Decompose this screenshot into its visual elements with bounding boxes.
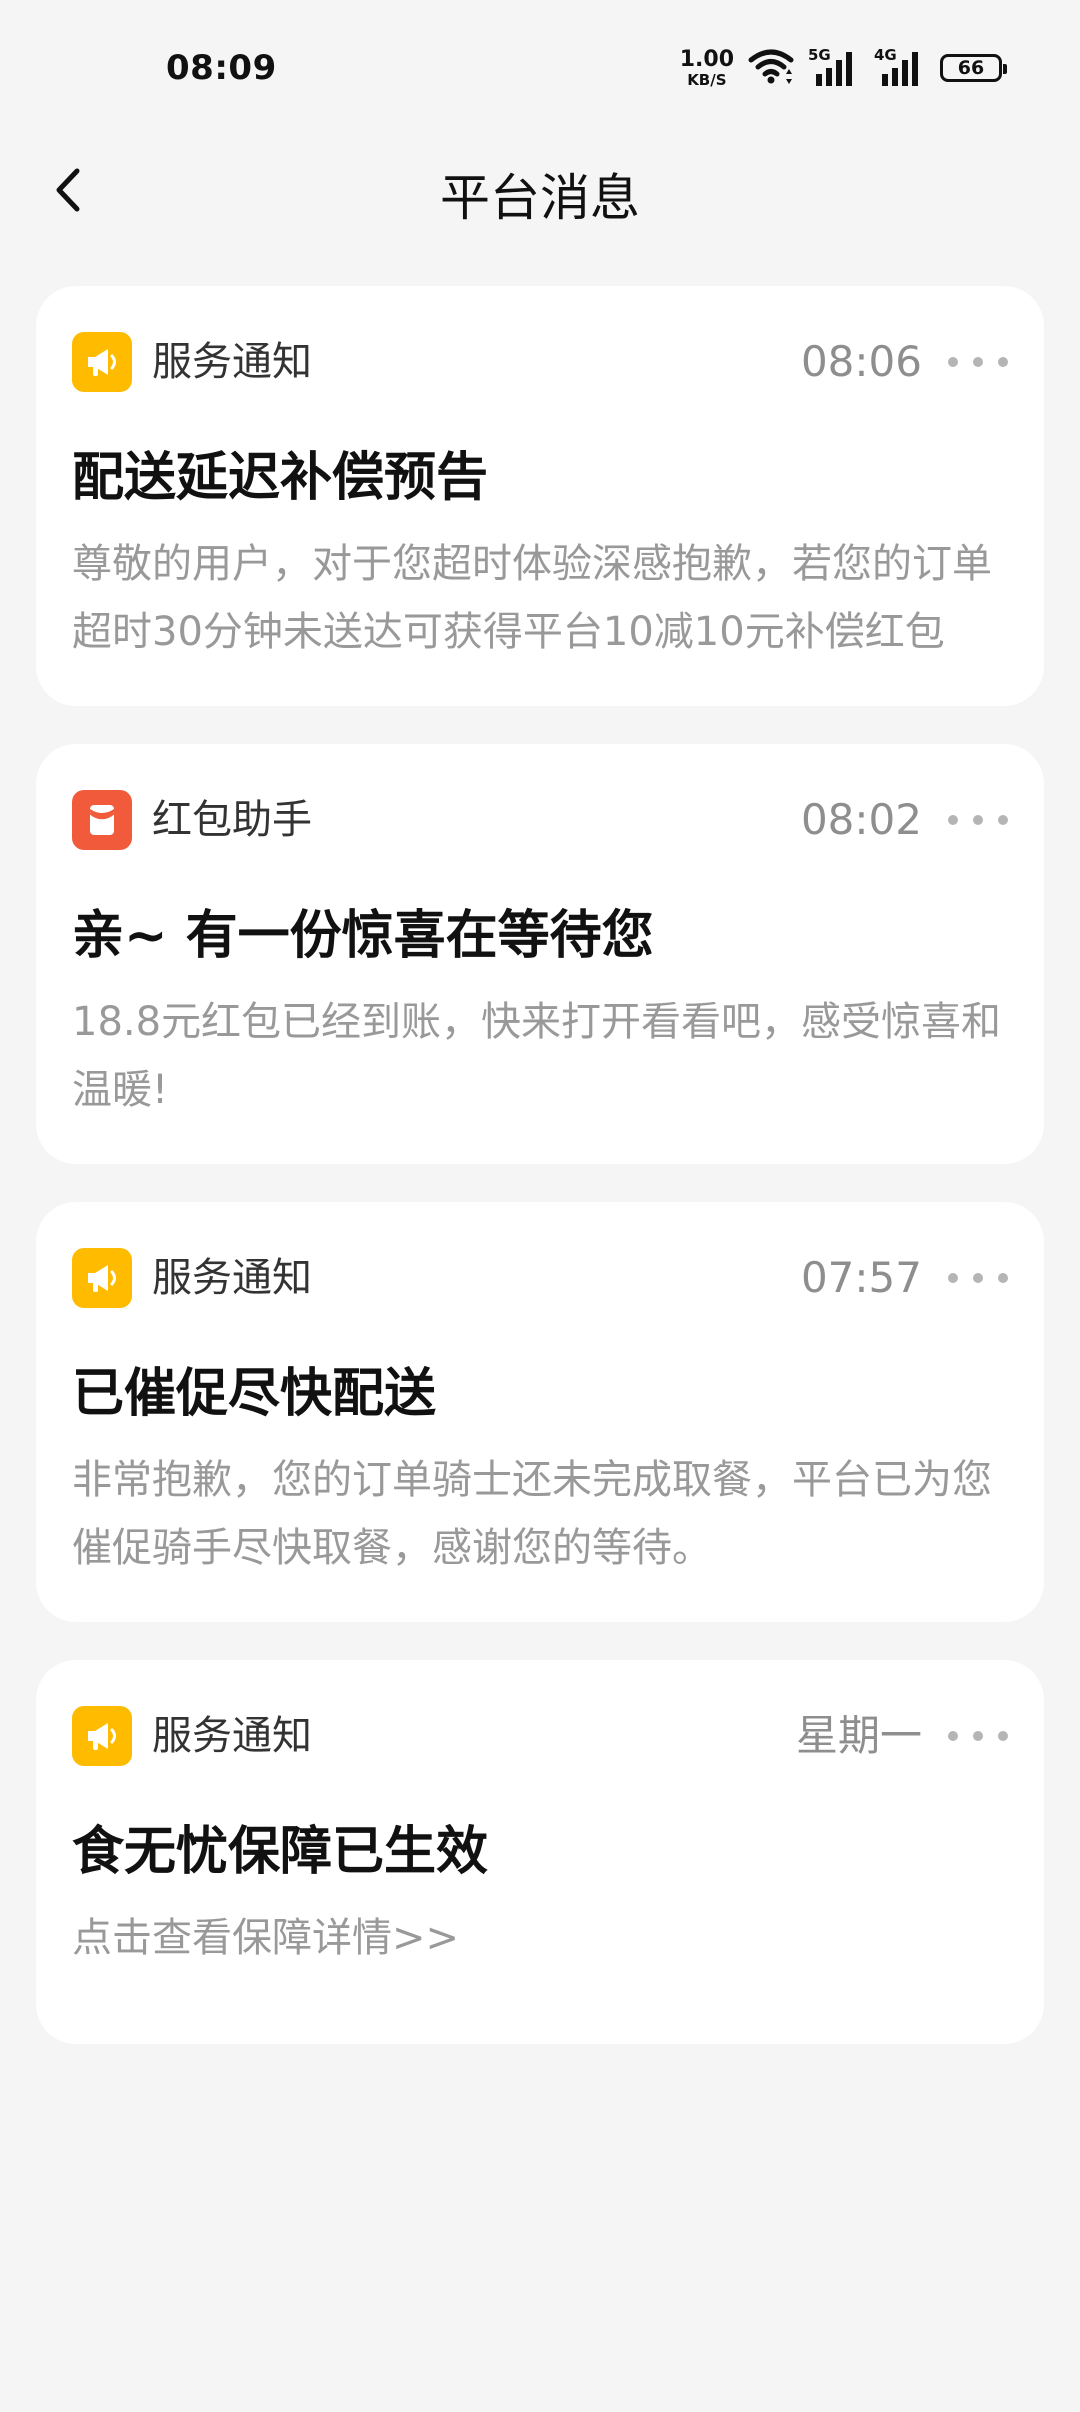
message-card[interactable]: 服务通知 08:06 配送延迟补偿预告 尊敬的用户，对于您超时体验深感抱歉，若您… xyxy=(36,286,1044,706)
megaphone-icon xyxy=(72,1248,132,1308)
dot-icon xyxy=(998,1273,1008,1283)
page-title: 平台消息 xyxy=(440,169,640,227)
megaphone-icon xyxy=(72,1706,132,1766)
red-envelope-icon xyxy=(72,790,132,850)
message-title: 已催促尽快配送 xyxy=(72,1364,437,1424)
more-options-button[interactable] xyxy=(948,1718,1008,1754)
message-time: 07:57 xyxy=(800,1253,922,1302)
signal-4g-icon: 4G xyxy=(874,48,926,88)
message-card[interactable]: 服务通知 07:57 已催促尽快配送 非常抱歉，您的订单骑士还未完成取餐，平台已… xyxy=(36,1202,1044,1622)
dot-icon xyxy=(973,357,983,367)
megaphone-icon xyxy=(72,332,132,392)
message-header: 服务通知 07:57 xyxy=(72,1248,1008,1308)
message-title: 食无忧保障已生效 xyxy=(72,1822,489,1882)
message-card[interactable]: 红包助手 08:02 亲~ 有一份惊喜在等待您 18.8元红包已经到账，快来打开… xyxy=(36,744,1044,1164)
message-body: 非常抱歉，您的订单骑士还未完成取餐，平台已为您催促骑手尽快取餐，感谢您的等待。 xyxy=(72,1457,992,1571)
network-speed-unit: KB/S xyxy=(687,70,727,89)
more-options-button[interactable] xyxy=(948,1260,1008,1296)
dot-icon xyxy=(998,1731,1008,1741)
message-source: 服务通知 xyxy=(152,1713,312,1759)
message-title: 亲~ 有一份惊喜在等待您 xyxy=(72,906,654,966)
message-list: 服务通知 08:06 配送延迟补偿预告 尊敬的用户，对于您超时体验深感抱歉，若您… xyxy=(36,286,1044,2082)
dot-icon xyxy=(948,357,958,367)
message-source: 服务通知 xyxy=(152,339,312,385)
battery-icon: 66 xyxy=(940,54,1007,82)
wifi-icon xyxy=(748,46,794,90)
dot-icon xyxy=(948,815,958,825)
message-time: 08:02 xyxy=(800,795,922,844)
dot-icon xyxy=(998,815,1008,825)
message-source: 红包助手 xyxy=(152,797,312,843)
message-card[interactable]: 服务通知 星期一 食无忧保障已生效 点击查看保障详情>> xyxy=(36,1660,1044,2044)
dot-icon xyxy=(998,357,1008,367)
message-source: 服务通知 xyxy=(152,1255,312,1301)
status-bar: 08:09 1.00 KB/S 5G 4G 66 xyxy=(0,0,1080,140)
more-options-button[interactable] xyxy=(948,802,1008,838)
dot-icon xyxy=(948,1273,958,1283)
dot-icon xyxy=(948,1731,958,1741)
status-icons: 1.00 KB/S 5G 4G 66 xyxy=(679,44,1007,92)
message-body: 18.8元红包已经到账，快来打开看看吧，感受惊喜和温暖! xyxy=(72,999,1002,1113)
nav-bar: 平台消息 xyxy=(0,140,1080,240)
more-options-button[interactable] xyxy=(948,344,1008,380)
message-body[interactable]: 点击查看保障详情>> xyxy=(72,1904,1008,1972)
dot-icon xyxy=(973,815,983,825)
network-speed: 1.00 KB/S xyxy=(679,46,734,89)
message-time: 08:06 xyxy=(800,337,922,386)
network-speed-value: 1.00 xyxy=(679,46,734,72)
message-body: 尊敬的用户，对于您超时体验深感抱歉，若您的订单超时30分钟未送达可获得平台10减… xyxy=(72,541,992,655)
message-title: 配送延迟补偿预告 xyxy=(72,448,489,508)
status-time: 08:09 xyxy=(166,48,277,88)
message-header: 红包助手 08:02 xyxy=(72,790,1008,850)
message-header: 服务通知 08:06 xyxy=(72,332,1008,392)
dot-icon xyxy=(973,1273,983,1283)
dot-icon xyxy=(973,1731,983,1741)
message-header: 服务通知 星期一 xyxy=(72,1706,1008,1766)
message-time: 星期一 xyxy=(795,1711,922,1760)
signal-5g-icon: 5G xyxy=(808,48,860,88)
